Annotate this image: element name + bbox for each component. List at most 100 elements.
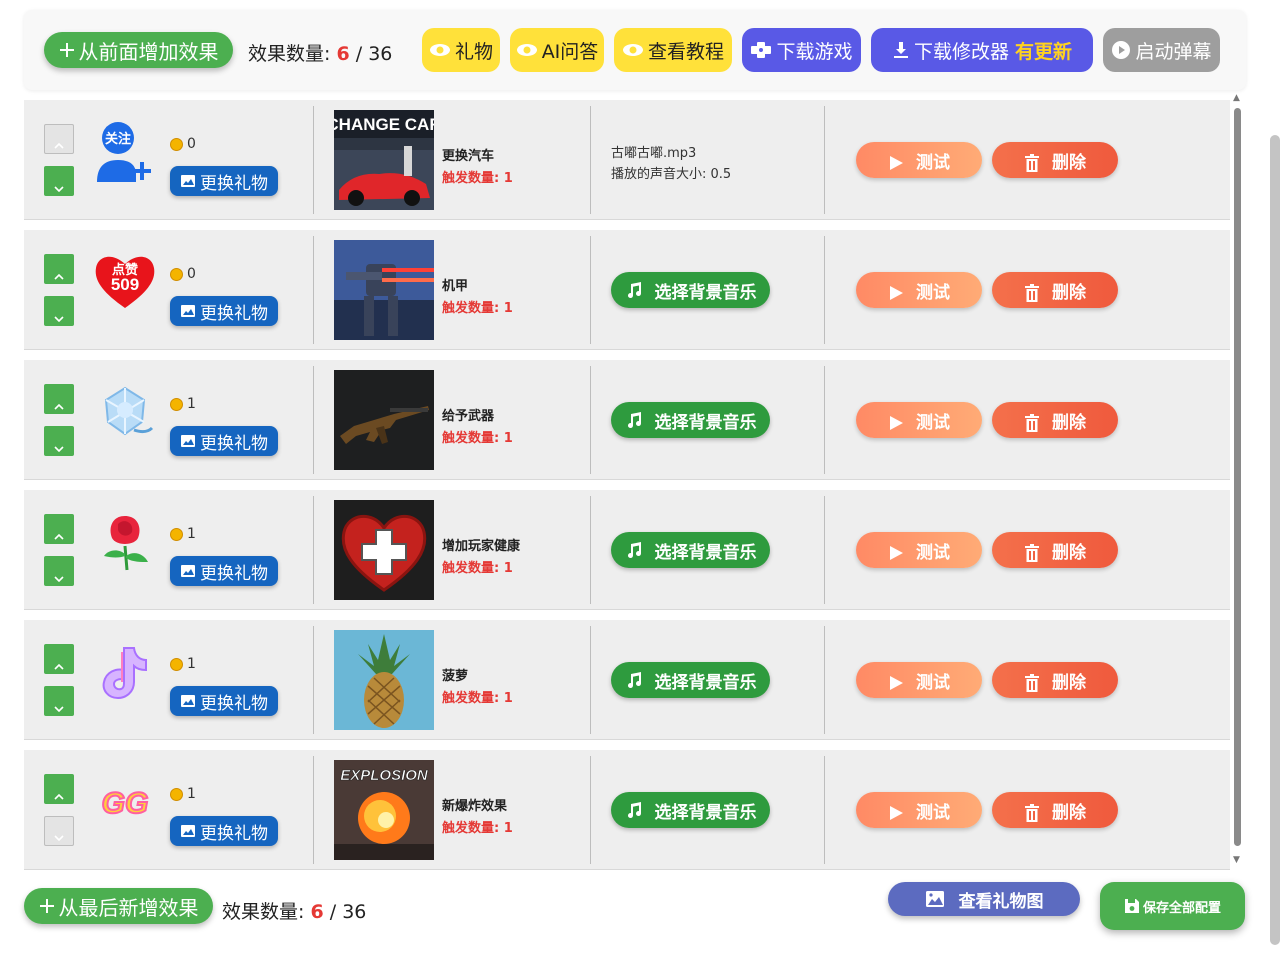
music-note-icon xyxy=(627,672,641,689)
eye-icon xyxy=(516,43,538,57)
coin-cost: 0 xyxy=(170,266,196,282)
test-button[interactable]: 测试 xyxy=(856,142,982,178)
save-all-button[interactable]: 保存全部配置 xyxy=(1100,882,1245,930)
music-note-icon xyxy=(627,542,641,559)
divider xyxy=(313,756,314,864)
effect-row: 1 更换礼物 菠萝 触发数量: 1 选择背景音乐 测试 删除 xyxy=(24,620,1230,740)
divider xyxy=(824,626,825,734)
divider xyxy=(313,496,314,604)
download-game-button[interactable]: 下载游戏 xyxy=(742,28,861,72)
scroll-down-arrow-icon[interactable]: ▼ xyxy=(1233,855,1240,865)
effect-name: 增加玩家健康 xyxy=(442,539,521,554)
play-icon xyxy=(890,156,903,170)
trash-icon xyxy=(1025,674,1039,692)
select-bgm-button[interactable]: 选择背景音乐 xyxy=(611,532,770,568)
divider xyxy=(824,236,825,344)
test-button[interactable]: 测试 xyxy=(856,662,982,698)
divider xyxy=(824,106,825,214)
view-gift-gallery-button[interactable]: 查看礼物图 xyxy=(888,882,1080,916)
divider xyxy=(590,236,591,344)
select-bgm-button[interactable]: 选择背景音乐 xyxy=(611,662,770,698)
update-badge: 有更新 xyxy=(1015,40,1073,63)
test-button[interactable]: 测试 xyxy=(856,532,982,568)
trigger-count: 触发数量: 1 xyxy=(442,691,513,706)
trigger-count: 触发数量: 1 xyxy=(442,821,513,836)
move-down-checkbox[interactable] xyxy=(44,166,74,196)
trash-icon xyxy=(1025,154,1039,172)
effect-row: 关注 0 更换礼物 CHANGE CAR 更换汽车 触发数量: 1 古嘟古嘟.m… xyxy=(24,100,1230,220)
change-gift-button[interactable]: 更换礼物 xyxy=(170,556,278,586)
play-icon xyxy=(890,806,903,820)
add-front-button[interactable]: 从前面增加效果 xyxy=(44,32,233,68)
delete-button[interactable]: 删除 xyxy=(992,402,1118,438)
download-modifier-button[interactable]: 下载修改器 有更新 xyxy=(871,28,1093,72)
trash-icon xyxy=(1025,544,1039,562)
delete-button[interactable]: 删除 xyxy=(992,142,1118,178)
delete-button[interactable]: 删除 xyxy=(992,662,1118,698)
effect-row: 1 更换礼物 给予武器 触发数量: 1 选择背景音乐 测试 删除 xyxy=(24,360,1230,480)
move-up-checkbox[interactable] xyxy=(44,774,74,804)
divider xyxy=(590,756,591,864)
svg-text:关注: 关注 xyxy=(105,131,131,146)
follow-gift-icon: 关注 xyxy=(94,120,156,182)
play-icon xyxy=(890,286,903,300)
ice-rose-gift-icon xyxy=(94,380,156,442)
list-scrollbar-thumb[interactable] xyxy=(1234,108,1241,846)
delete-button[interactable]: 删除 xyxy=(992,532,1118,568)
select-bgm-button[interactable]: 选择背景音乐 xyxy=(611,402,770,438)
move-down-checkbox[interactable] xyxy=(44,296,74,326)
change-gift-button[interactable]: 更换礼物 xyxy=(170,166,278,196)
test-button[interactable]: 测试 xyxy=(856,792,982,828)
effect-name: 菠萝 xyxy=(442,669,469,684)
divider xyxy=(313,106,314,214)
ai-qa-button[interactable]: AI问答 xyxy=(510,28,604,72)
change-gift-button[interactable]: 更换礼物 xyxy=(170,296,278,326)
play-circle-icon xyxy=(1111,40,1131,60)
trash-icon xyxy=(1025,804,1039,822)
select-bgm-button[interactable]: 选择背景音乐 xyxy=(611,792,770,828)
music-note-icon xyxy=(627,802,641,819)
change-gift-button[interactable]: 更换礼物 xyxy=(170,686,278,716)
gamepad-icon xyxy=(750,41,772,59)
move-up-checkbox[interactable] xyxy=(44,124,74,154)
effect-row: GG 1 更换礼物 EXPLOSION 新爆炸效果 触发数量: 1 选择背景音乐… xyxy=(24,750,1230,870)
change-gift-button[interactable]: 更换礼物 xyxy=(170,816,278,846)
divider xyxy=(590,366,591,474)
svg-text:EXPLOSION: EXPLOSION xyxy=(340,767,429,784)
move-down-checkbox[interactable] xyxy=(44,686,74,716)
effect-row: 1 更换礼物 增加玩家健康 触发数量: 1 选择背景音乐 测试 删除 xyxy=(24,490,1230,610)
delete-button[interactable]: 删除 xyxy=(992,792,1118,828)
move-up-checkbox[interactable] xyxy=(44,384,74,414)
coin-cost: 1 xyxy=(170,396,196,412)
coin-icon xyxy=(170,657,183,671)
play-icon xyxy=(890,416,903,430)
music-file-name: 古嘟古嘟.mp3 xyxy=(611,146,697,161)
tutorial-button[interactable]: 查看教程 xyxy=(614,28,732,72)
divider xyxy=(824,496,825,604)
image-icon xyxy=(181,305,195,317)
play-icon xyxy=(890,546,903,560)
effect-name: 新爆炸效果 xyxy=(442,799,508,814)
gift-button[interactable]: 礼物 xyxy=(422,28,500,72)
add-back-button[interactable]: 从最后新增效果 xyxy=(24,888,213,924)
delete-button[interactable]: 删除 xyxy=(992,272,1118,308)
move-down-checkbox[interactable] xyxy=(44,556,74,586)
scroll-up-arrow-icon[interactable]: ▲ xyxy=(1233,93,1240,103)
move-down-checkbox[interactable] xyxy=(44,816,74,846)
trigger-count: 触发数量: 1 xyxy=(442,561,513,576)
select-bgm-button[interactable]: 选择背景音乐 xyxy=(611,272,770,308)
divider xyxy=(590,106,591,214)
move-up-checkbox[interactable] xyxy=(44,514,74,544)
test-button[interactable]: 测试 xyxy=(856,402,982,438)
page-scrollbar-thumb[interactable] xyxy=(1270,135,1280,945)
start-barrage-button[interactable]: 启动弹幕 xyxy=(1103,28,1220,72)
move-down-checkbox[interactable] xyxy=(44,426,74,456)
change-gift-button[interactable]: 更换礼物 xyxy=(170,426,278,456)
divider xyxy=(824,366,825,474)
test-button[interactable]: 测试 xyxy=(856,272,982,308)
add-front-label: 从前面增加效果 xyxy=(78,39,219,64)
effect-thumbnail xyxy=(334,370,434,470)
divider xyxy=(824,756,825,864)
move-up-checkbox[interactable] xyxy=(44,644,74,674)
move-up-checkbox[interactable] xyxy=(44,254,74,284)
